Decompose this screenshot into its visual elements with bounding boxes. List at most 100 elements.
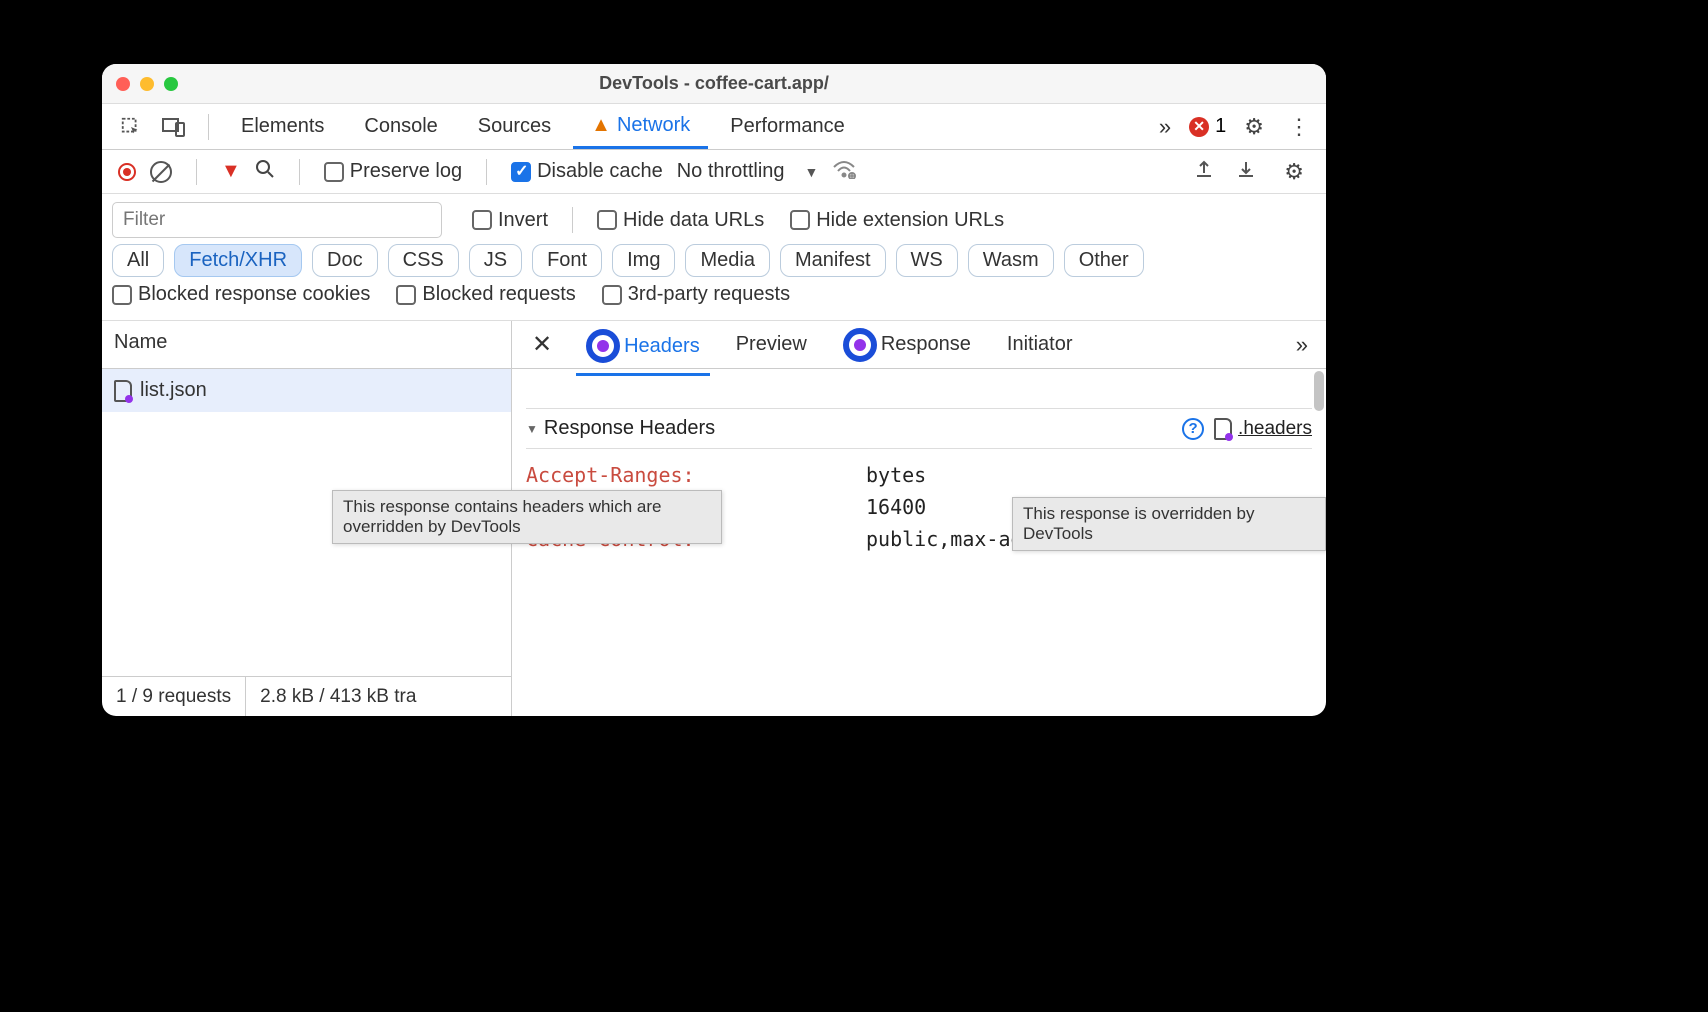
- type-pill-fetch-xhr[interactable]: Fetch/XHR: [174, 244, 302, 277]
- throttling-select[interactable]: No throttling ▼: [677, 160, 819, 183]
- scrollbar-thumb[interactable]: [1314, 371, 1324, 411]
- headers-file-link[interactable]: .headers: [1214, 418, 1312, 440]
- hide-data-urls-label: Hide data URLs: [623, 209, 764, 232]
- hide-ext-urls-label: Hide extension URLs: [816, 209, 1004, 232]
- response-headers-section[interactable]: ▼ Response Headers ? .headers: [526, 409, 1312, 449]
- type-pill-media[interactable]: Media: [685, 244, 769, 277]
- headers-override-tooltip: This response contains headers which are…: [332, 490, 722, 544]
- filter-bar: Invert Hide data URLs Hide extension URL…: [102, 194, 1326, 321]
- devtools-window: DevTools - coffee-cart.app/ Elements Con…: [102, 64, 1326, 716]
- override-file-icon: [1214, 418, 1232, 440]
- tab-headers-label: Headers: [624, 335, 700, 358]
- warning-icon: ▲: [591, 114, 611, 137]
- type-pill-other[interactable]: Other: [1064, 244, 1144, 277]
- type-pill-ws[interactable]: WS: [896, 244, 958, 277]
- tab-preview[interactable]: Preview: [726, 329, 817, 360]
- headers-file-name: .headers: [1238, 418, 1312, 440]
- type-pill-doc[interactable]: Doc: [312, 244, 378, 277]
- more-menu-icon[interactable]: ⋮: [1282, 114, 1316, 140]
- type-pill-font[interactable]: Font: [532, 244, 602, 277]
- help-icon[interactable]: ?: [1182, 418, 1204, 440]
- type-pill-css[interactable]: CSS: [388, 244, 459, 277]
- detail-tabbar: ✕ Headers Preview Response Initiator »: [512, 321, 1326, 369]
- header-value: 16400: [866, 495, 926, 519]
- checkbox-icon: [112, 285, 132, 305]
- checkbox-icon: [472, 210, 492, 230]
- response-headers-title: Response Headers: [544, 417, 715, 440]
- request-name: list.json: [140, 379, 207, 402]
- type-pill-js[interactable]: JS: [469, 244, 522, 277]
- invert-checkbox[interactable]: Invert: [472, 209, 548, 232]
- tab-sources[interactable]: Sources: [460, 104, 569, 149]
- throttling-value: No throttling: [677, 160, 785, 183]
- device-toggle-icon[interactable]: [154, 117, 194, 137]
- close-detail-button[interactable]: ✕: [524, 330, 560, 359]
- upload-har-icon[interactable]: [1194, 159, 1214, 185]
- checkbox-icon: [324, 162, 344, 182]
- detail-tabs-overflow-icon[interactable]: »: [1290, 332, 1314, 358]
- window-title: DevTools - coffee-cart.app/: [102, 73, 1326, 94]
- checkbox-icon: [597, 210, 617, 230]
- tab-console[interactable]: Console: [346, 104, 455, 149]
- network-settings-gear-icon[interactable]: ⚙: [1278, 159, 1310, 185]
- chevron-down-icon: ▼: [805, 164, 819, 180]
- blocked-requests-label: Blocked requests: [422, 283, 575, 306]
- tab-initiator[interactable]: Initiator: [997, 329, 1083, 360]
- third-party-checkbox[interactable]: 3rd-party requests: [602, 283, 790, 306]
- inspect-element-icon[interactable]: [112, 116, 150, 138]
- divider: [196, 159, 197, 185]
- checkbox-icon: [602, 285, 622, 305]
- tab-network-label: Network: [617, 114, 690, 137]
- divider: [299, 159, 300, 185]
- blocked-cookies-checkbox[interactable]: Blocked response cookies: [112, 283, 370, 306]
- preserve-log-label: Preserve log: [350, 160, 462, 183]
- override-file-icon: [114, 380, 132, 402]
- checkbox-checked-icon: [511, 162, 531, 182]
- filter-input[interactable]: [112, 202, 442, 238]
- request-row-list-json[interactable]: list.json: [102, 369, 511, 412]
- tab-response[interactable]: Response: [833, 324, 981, 366]
- divider: [208, 114, 209, 140]
- preserve-log-checkbox[interactable]: Preserve log: [324, 160, 462, 183]
- transfer-size: 2.8 kB / 413 kB tra: [246, 677, 430, 716]
- invert-label: Invert: [498, 209, 548, 232]
- clear-icon[interactable]: [150, 161, 172, 183]
- disable-cache-checkbox[interactable]: Disable cache: [511, 160, 663, 183]
- titlebar: DevTools - coffee-cart.app/: [102, 64, 1326, 104]
- override-indicator-icon: [586, 329, 620, 363]
- network-conditions-icon[interactable]: [832, 159, 856, 185]
- request-count: 1 / 9 requests: [102, 677, 246, 716]
- search-icon[interactable]: [255, 159, 275, 185]
- error-badge[interactable]: ✕ 1: [1189, 115, 1226, 138]
- download-har-icon[interactable]: [1236, 159, 1256, 185]
- record-icon[interactable]: [118, 163, 136, 181]
- hide-data-urls-checkbox[interactable]: Hide data URLs: [597, 209, 764, 232]
- tabs-overflow-icon[interactable]: »: [1153, 114, 1177, 140]
- type-pill-wasm[interactable]: Wasm: [968, 244, 1054, 277]
- general-section-collapsed[interactable]: [526, 379, 1312, 409]
- tab-response-label: Response: [881, 333, 971, 356]
- override-indicator-icon: [843, 328, 877, 362]
- network-toolbar: ▼ Preserve log Disable cache No throttli…: [102, 150, 1326, 194]
- divider: [486, 159, 487, 185]
- tab-elements[interactable]: Elements: [223, 104, 342, 149]
- error-icon: ✕: [1189, 117, 1209, 137]
- main-tabbar: Elements Console Sources ▲ Network Perfo…: [102, 104, 1326, 150]
- type-pill-manifest[interactable]: Manifest: [780, 244, 886, 277]
- hide-ext-urls-checkbox[interactable]: Hide extension URLs: [790, 209, 1004, 232]
- name-column-header[interactable]: Name: [102, 321, 511, 369]
- type-pill-all[interactable]: All: [112, 244, 164, 277]
- tab-network[interactable]: ▲ Network: [573, 104, 708, 149]
- type-pill-img[interactable]: Img: [612, 244, 675, 277]
- filter-funnel-icon[interactable]: ▼: [221, 160, 241, 183]
- status-bar: 1 / 9 requests 2.8 kB / 413 kB tra: [102, 676, 511, 716]
- error-count: 1: [1215, 115, 1226, 138]
- divider: [572, 207, 573, 233]
- header-value: bytes: [866, 463, 926, 487]
- blocked-requests-checkbox[interactable]: Blocked requests: [396, 283, 575, 306]
- checkbox-icon: [396, 285, 416, 305]
- tab-performance[interactable]: Performance: [712, 104, 863, 149]
- header-key: Accept-Ranges:: [526, 463, 866, 487]
- settings-gear-icon[interactable]: ⚙: [1238, 114, 1270, 140]
- checkbox-icon: [790, 210, 810, 230]
